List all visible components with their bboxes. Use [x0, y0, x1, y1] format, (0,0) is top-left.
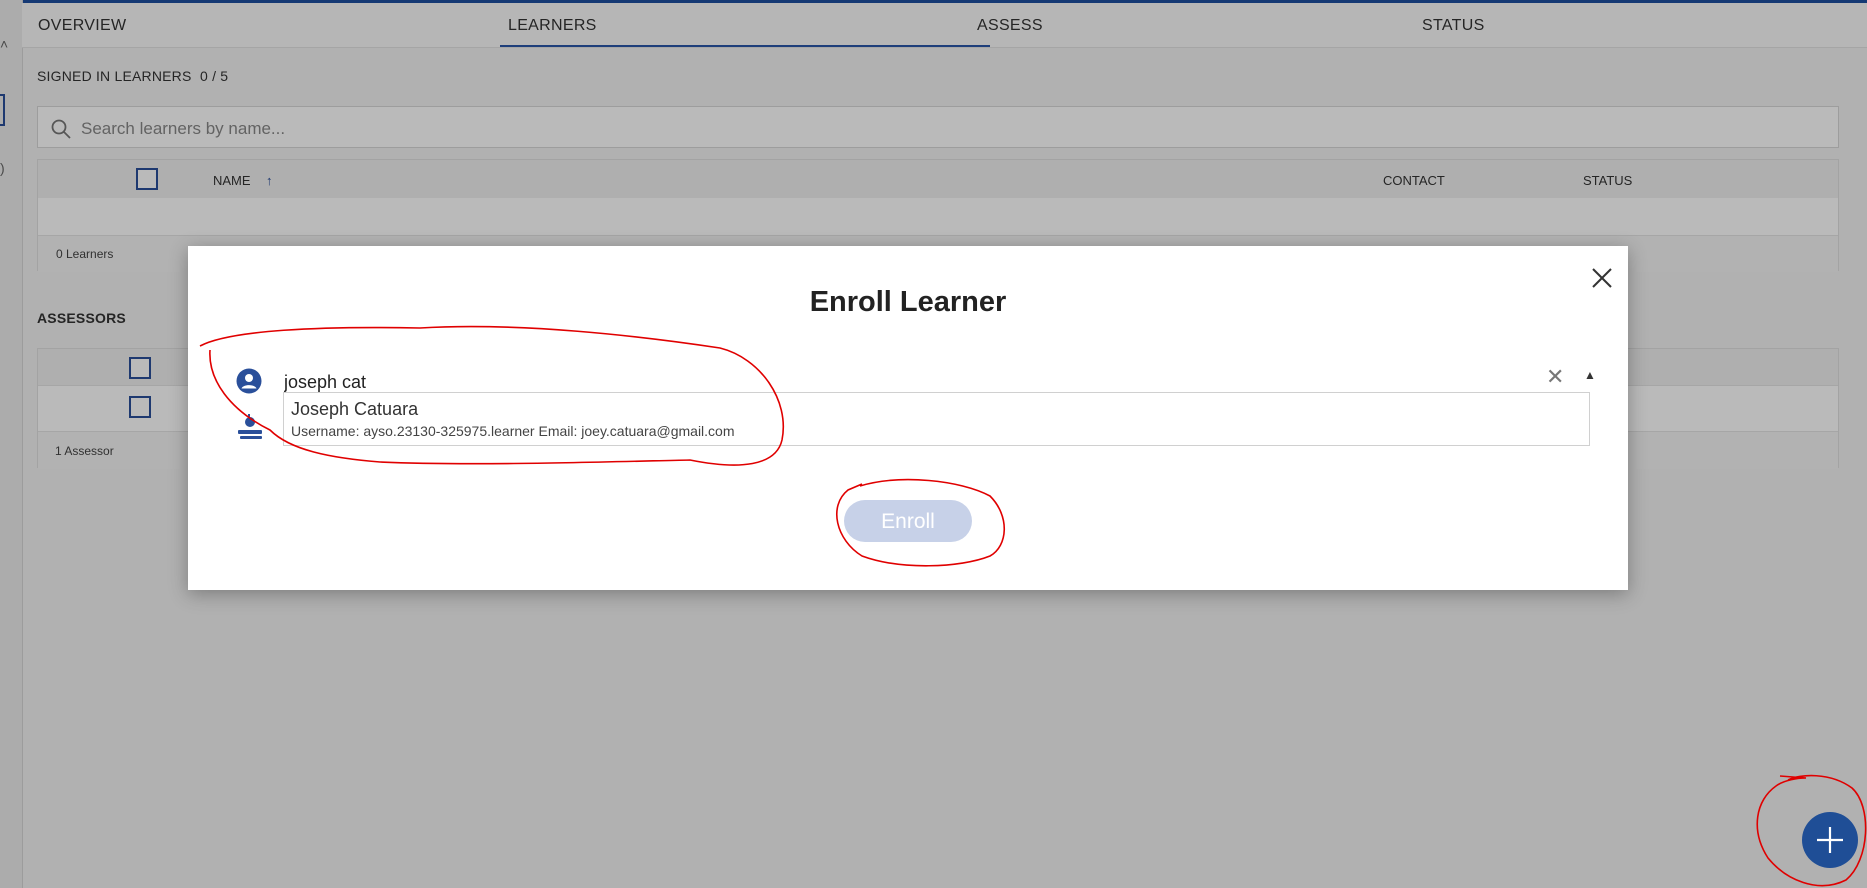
- plus-icon: [1817, 827, 1843, 853]
- enroll-learner-dialog: Enroll Learner ✕ ▲ Joseph Catuara Userna…: [188, 246, 1628, 590]
- suggestion-name: Joseph Catuara: [291, 399, 419, 419]
- user-circle-icon: [236, 368, 262, 394]
- learner-icon: [238, 414, 262, 439]
- enroll-button[interactable]: Enroll: [844, 500, 972, 542]
- dialog-title: Enroll Learner: [809, 286, 1007, 318]
- close-icon[interactable]: [1588, 264, 1616, 292]
- dropdown-caret-icon[interactable]: ▲: [1584, 368, 1596, 382]
- add-button[interactable]: [1802, 812, 1858, 868]
- suggestion-list: Joseph Catuara Username: ayso.23130-3259…: [283, 392, 1590, 446]
- suggestion-details: Username: ayso.23130-325975.learner Emai…: [291, 423, 735, 439]
- clear-search-icon[interactable]: ✕: [1546, 364, 1564, 390]
